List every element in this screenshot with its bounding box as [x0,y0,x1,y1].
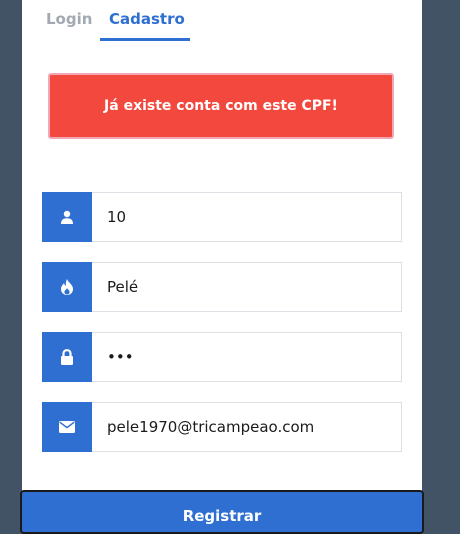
register-button[interactable]: Registrar [20,490,424,534]
lock-icon [42,332,92,382]
email-input[interactable]: pele1970@tricampeao.com [92,402,402,452]
envelope-icon [42,402,92,452]
cpf-field: 10 [42,192,402,242]
cpf-input[interactable]: 10 [92,192,402,242]
tab-register[interactable]: Cadastro [109,10,185,28]
error-alert-message: Já existe conta com este CPF! [104,98,338,114]
email-field: pele1970@tricampeao.com [42,402,402,452]
password-field: ••• [42,332,402,382]
active-tab-indicator [100,38,190,41]
tab-login[interactable]: Login [46,10,92,28]
register-panel: Login Cadastro Já existe conta com este … [20,0,424,534]
fire-icon [42,262,92,312]
name-input[interactable]: Pelé [92,262,402,312]
user-icon [42,192,92,242]
error-alert: Já existe conta com este CPF! [48,73,394,139]
name-field: Pelé [42,262,402,312]
password-input[interactable]: ••• [92,332,402,382]
